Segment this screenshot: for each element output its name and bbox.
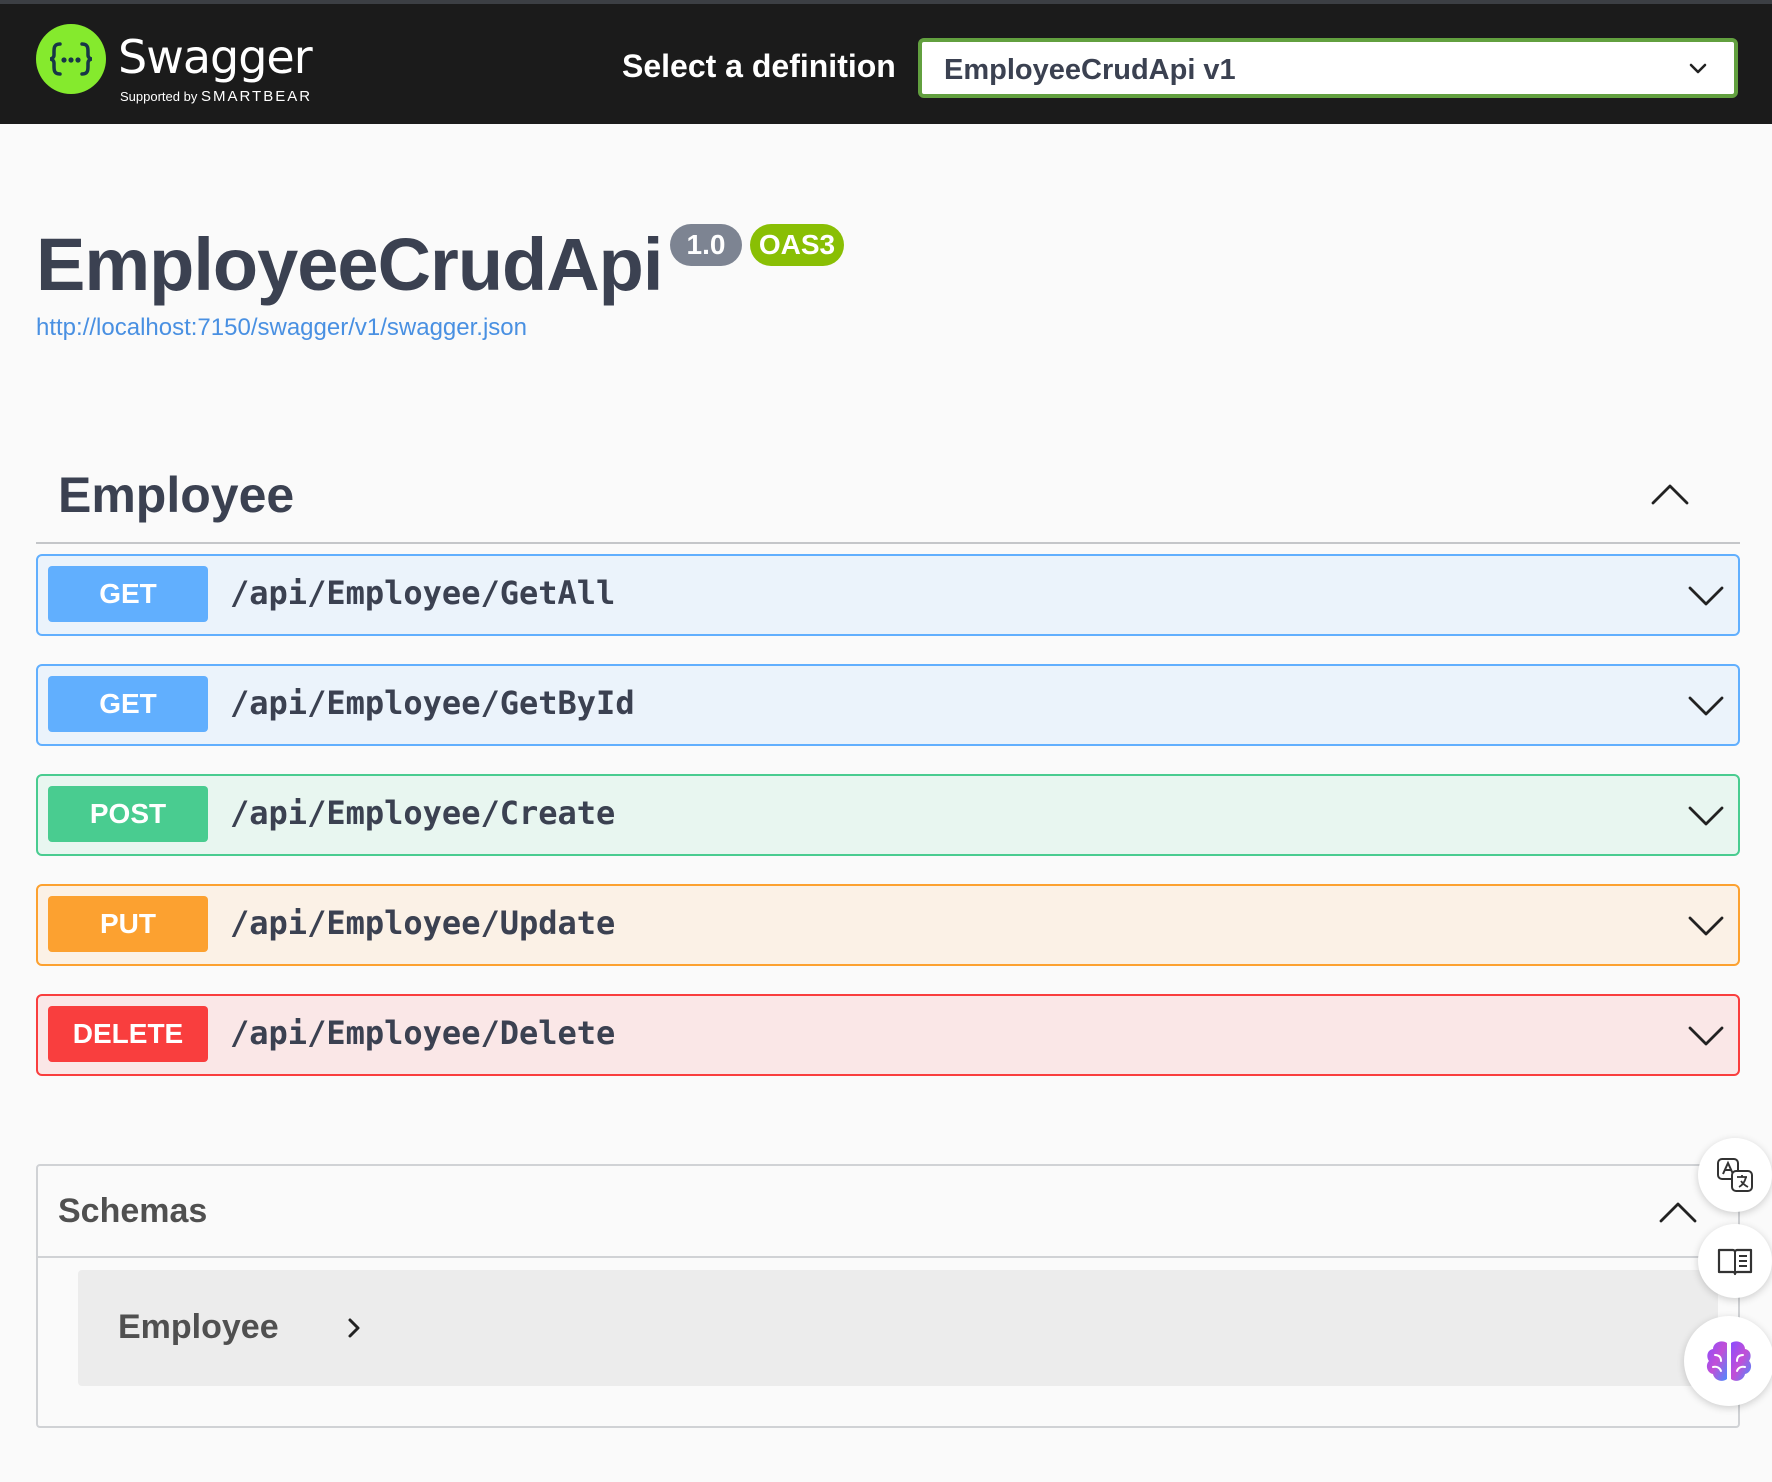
operation-put-update[interactable]: PUT /api/Employee/Update [36, 884, 1740, 966]
definition-select[interactable]: EmployeeCrudApi v1 [918, 38, 1738, 98]
api-title: EmployeeCrudApi [36, 223, 663, 306]
model-employee[interactable]: Employee [78, 1270, 1718, 1386]
chevron-up-icon[interactable] [1658, 1192, 1698, 1232]
topbar: Swagger ™ Supported by SMARTBEAR Select … [0, 4, 1772, 124]
method-badge: POST [48, 786, 208, 842]
ai-assistant-button[interactable] [1684, 1316, 1772, 1406]
brain-icon [1706, 1341, 1752, 1381]
chevron-down-icon[interactable] [1686, 686, 1726, 726]
translate-icon [1717, 1158, 1753, 1192]
method-badge: GET [48, 676, 208, 732]
schemas-section: Schemas Employee [36, 1164, 1740, 1428]
method-badge: DELETE [48, 1006, 208, 1062]
chevron-down-icon[interactable] [1686, 1016, 1726, 1056]
translate-button[interactable] [1698, 1138, 1772, 1212]
chevron-down-icon[interactable] [1686, 906, 1726, 946]
version-badge: 1.0 [670, 224, 742, 266]
logo-subtitle-brand: SMARTBEAR [200, 88, 313, 105]
operation-delete-delete[interactable]: DELETE /api/Employee/Delete [36, 994, 1740, 1076]
operation-path: /api/Employee/Create [230, 794, 616, 832]
operation-get-getbyid[interactable]: GET /api/Employee/GetById [36, 664, 1740, 746]
logo-subtitle: Supported by SMARTBEAR [120, 88, 312, 105]
tag-section-header[interactable]: Employee [36, 458, 1740, 544]
method-badge: GET [48, 566, 208, 622]
operation-get-getall[interactable]: GET /api/Employee/GetAll [36, 554, 1740, 636]
spec-url-link[interactable]: http://localhost:7150/swagger/v1/swagger… [36, 314, 527, 342]
operation-path: /api/Employee/GetById [230, 684, 635, 722]
operation-path: /api/Employee/Delete [230, 1014, 616, 1052]
schemas-title: Schemas [58, 1192, 208, 1230]
chevron-right-icon[interactable] [342, 1314, 366, 1342]
definition-select-value: EmployeeCrudApi v1 [944, 54, 1236, 86]
chevron-down-icon[interactable] [1686, 796, 1726, 836]
model-name: Employee [118, 1308, 279, 1346]
operation-path: /api/Employee/GetAll [230, 574, 616, 612]
reader-mode-icon [1717, 1248, 1753, 1276]
method-badge: PUT [48, 896, 208, 952]
swagger-logo[interactable]: Swagger ™ Supported by SMARTBEAR [36, 24, 336, 114]
chevron-down-icon [1689, 63, 1707, 74]
schemas-header[interactable]: Schemas [38, 1166, 1738, 1258]
swagger-braces-icon [36, 24, 106, 94]
definition-label: Select a definition [622, 48, 896, 84]
oas-badge: OAS3 [750, 224, 844, 266]
operation-path: /api/Employee/Update [230, 904, 616, 942]
operation-post-create[interactable]: POST /api/Employee/Create [36, 774, 1740, 856]
chevron-down-icon[interactable] [1686, 576, 1726, 616]
tag-title: Employee [58, 467, 295, 523]
chevron-up-icon[interactable] [1650, 474, 1690, 514]
logo-subtitle-prefix: Supported by [120, 89, 198, 104]
logo-trademark: ™ [282, 68, 290, 77]
reader-mode-button[interactable] [1698, 1224, 1772, 1298]
